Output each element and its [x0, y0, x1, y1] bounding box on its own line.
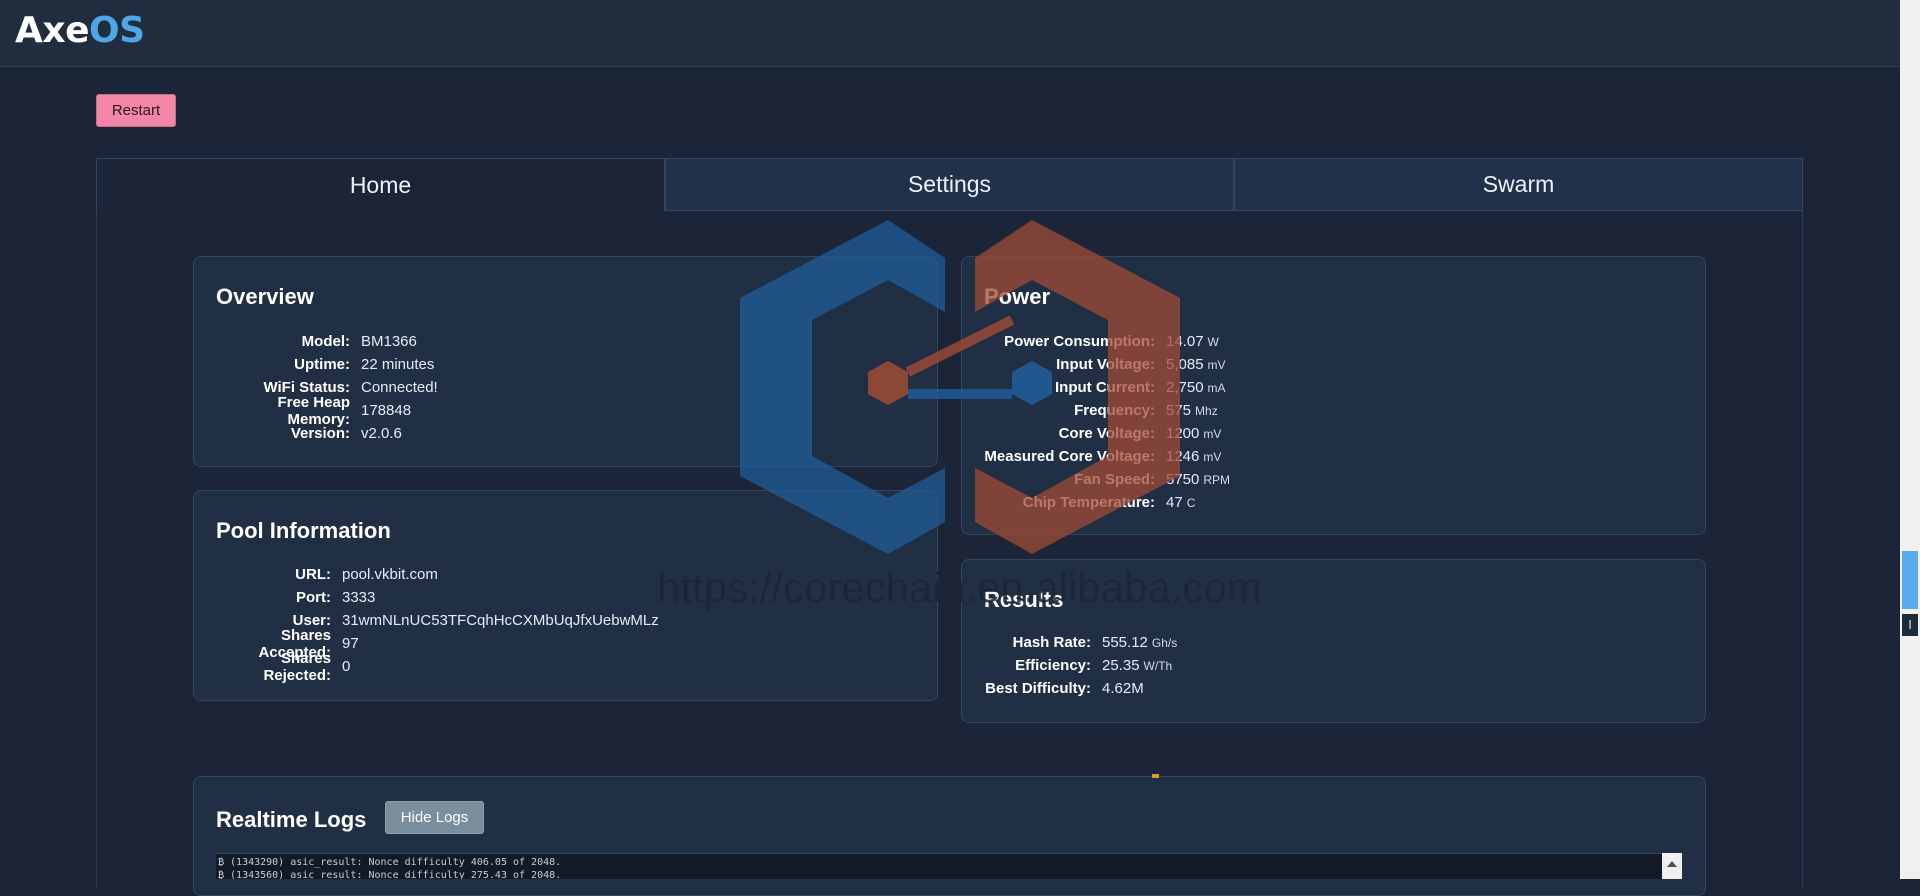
logo-text-axe: Axe [15, 10, 90, 51]
row-label: Power Consumption: [1004, 333, 1155, 350]
row-value: 47 [1166, 494, 1183, 511]
results-row-best-difficulty: Best Difficulty: 4.62M [984, 677, 1177, 700]
row-value: 1200 [1166, 425, 1200, 442]
power-list: Power Consumption: 14.07 W Input Voltage: 5… [984, 330, 1230, 514]
row-unit: W [1207, 334, 1219, 349]
overview-list: Model: BM1366 Uptime: 22 minutes WiFi Stat… [216, 330, 438, 445]
overview-row-model: Model: BM1366 [216, 330, 438, 353]
results-list: Hash Rate: 555.12 Gh/s Efficiency: 25.35 W/T… [984, 631, 1177, 700]
row-value: 22 minutes [361, 356, 435, 373]
row-label: Efficiency: [1015, 657, 1091, 674]
scrollbar-thumb[interactable] [1902, 551, 1918, 609]
power-card: Power Power Consumption: 14.07 W Input Vol… [961, 256, 1706, 535]
results-row-hash-rate: Hash Rate: 555.12 Gh/s [984, 631, 1178, 654]
row-label: Best Difficulty: [985, 680, 1091, 697]
row-unit: W/Th [1143, 658, 1173, 673]
hide-logs-button[interactable]: Hide Logs [385, 801, 484, 834]
power-row-consumption: Power Consumption: 14.07 W [984, 330, 1230, 353]
pool-row-rejected: Shares Rejected: 0 [216, 650, 659, 684]
row-value: 14.07 [1166, 333, 1204, 350]
row-label: URL: [295, 566, 331, 583]
row-value: 4.62M [1102, 680, 1144, 697]
row-value: 97 [342, 635, 359, 652]
row-label: Uptime: [294, 356, 350, 373]
row-label: Measured Core Voltage: [984, 448, 1155, 465]
row-value: 31wmNLnUC53TFCqhHcCXMbUqJfxUebwMLz [342, 612, 659, 629]
axeos-logo[interactable]: AxeOS [15, 10, 145, 51]
power-row-input-current: Input Current: 2,750 mA [984, 376, 1230, 399]
power-title: Power [984, 284, 1051, 309]
power-row-chip-temperature: Chip Temperature: 47 C [984, 491, 1230, 514]
row-unit: mV [1203, 426, 1222, 441]
row-label: Input Current: [1055, 379, 1155, 396]
row-unit: RPM [1203, 472, 1231, 487]
small-marker [1152, 774, 1159, 778]
row-value: 5750 [1166, 471, 1200, 488]
row-label: Chip Temperature: [1022, 494, 1155, 511]
row-value: BM1366 [361, 333, 417, 350]
power-row-fan-speed: Fan Speed: 5750 RPM [984, 468, 1230, 491]
pool-title: Pool Information [216, 518, 391, 543]
overview-card: Overview Model: BM1366 Uptime: 22 minutes … [193, 256, 938, 467]
tab-settings[interactable]: Settings [665, 158, 1234, 211]
row-value: v2.0.6 [361, 425, 402, 442]
page-scrollbar[interactable]: I [1900, 0, 1920, 879]
row-unit: mV [1203, 449, 1222, 464]
text-cursor-icon: I [1902, 614, 1918, 636]
row-unit: Gh/s [1151, 635, 1178, 650]
row-value: 575 [1166, 402, 1192, 419]
overview-row-heap: Free Heap Memory: 178848 [216, 394, 438, 428]
row-label: Port: [296, 589, 331, 606]
pool-list: URL: pool.vkbit.com Port: 3333 User: 31wmNL… [216, 563, 659, 684]
log-output[interactable]: ₿ (1343290) asic_result: Nonce difficult… [216, 853, 1682, 879]
row-unit: mV [1207, 357, 1226, 372]
overview-row-uptime: Uptime: 22 minutes [216, 353, 438, 376]
power-row-frequency: Frequency: 575 Mhz [984, 399, 1230, 422]
row-label: Fan Speed: [1074, 471, 1155, 488]
overview-row-version: Version: v2.0.6 [216, 422, 438, 445]
row-label: Version: [290, 425, 350, 442]
row-value: pool.vkbit.com [342, 566, 438, 583]
power-row-core-voltage: Core Voltage: 1200 mV [984, 422, 1230, 445]
row-value: 25.35 [1102, 657, 1140, 674]
row-label: Hash Rate: [1012, 634, 1091, 651]
watermark-url-text: https://corechain.en.alibaba.com [657, 564, 1262, 611]
row-label: Model: [301, 333, 350, 350]
log-scrollbar[interactable] [1662, 853, 1682, 879]
logo-text-os: OS [89, 10, 145, 51]
power-row-measured-core-voltage: Measured Core Voltage: 1246 mV [984, 445, 1230, 468]
scroll-up-arrow-icon[interactable] [1667, 861, 1677, 867]
tab-bar: Home Settings Swarm [96, 158, 1803, 211]
overview-title: Overview [216, 284, 314, 309]
restart-button[interactable]: Restart [96, 94, 176, 127]
row-value: 1246 [1166, 448, 1200, 465]
row-value: 555.12 [1102, 634, 1148, 651]
row-value: 2,750 [1166, 379, 1204, 396]
row-label: Core Voltage: [1058, 425, 1155, 442]
row-unit: C [1186, 495, 1196, 510]
row-label: Input Voltage: [1056, 356, 1155, 373]
power-row-input-voltage: Input Voltage: 5,085 mV [984, 353, 1230, 376]
log-line: ₿ (1343560) asic_result: Nonce difficult… [218, 870, 562, 879]
row-label: Free Heap Memory: [277, 393, 350, 428]
row-value: 3333 [342, 589, 376, 606]
row-value: 5,085 [1166, 356, 1204, 373]
tab-swarm[interactable]: Swarm [1234, 158, 1803, 211]
row-value: 0 [342, 658, 351, 675]
row-unit: mA [1207, 380, 1226, 395]
row-unit: Mhz [1195, 403, 1218, 418]
results-row-efficiency: Efficiency: 25.35 W/Th [984, 654, 1177, 677]
row-value: 178848 [361, 402, 412, 419]
top-bar: AxeOS [0, 0, 1900, 67]
pool-row-url: URL: pool.vkbit.com [216, 563, 659, 586]
logs-title: Realtime Logs [216, 807, 367, 832]
log-line: ₿ (1343290) asic_result: Nonce difficult… [218, 857, 562, 868]
row-value: Connected! [361, 379, 438, 396]
tab-home[interactable]: Home [96, 158, 665, 211]
pool-row-port: Port: 3333 [216, 586, 659, 609]
row-label: Shares Rejected: [263, 649, 331, 684]
row-label: Frequency: [1074, 402, 1155, 419]
